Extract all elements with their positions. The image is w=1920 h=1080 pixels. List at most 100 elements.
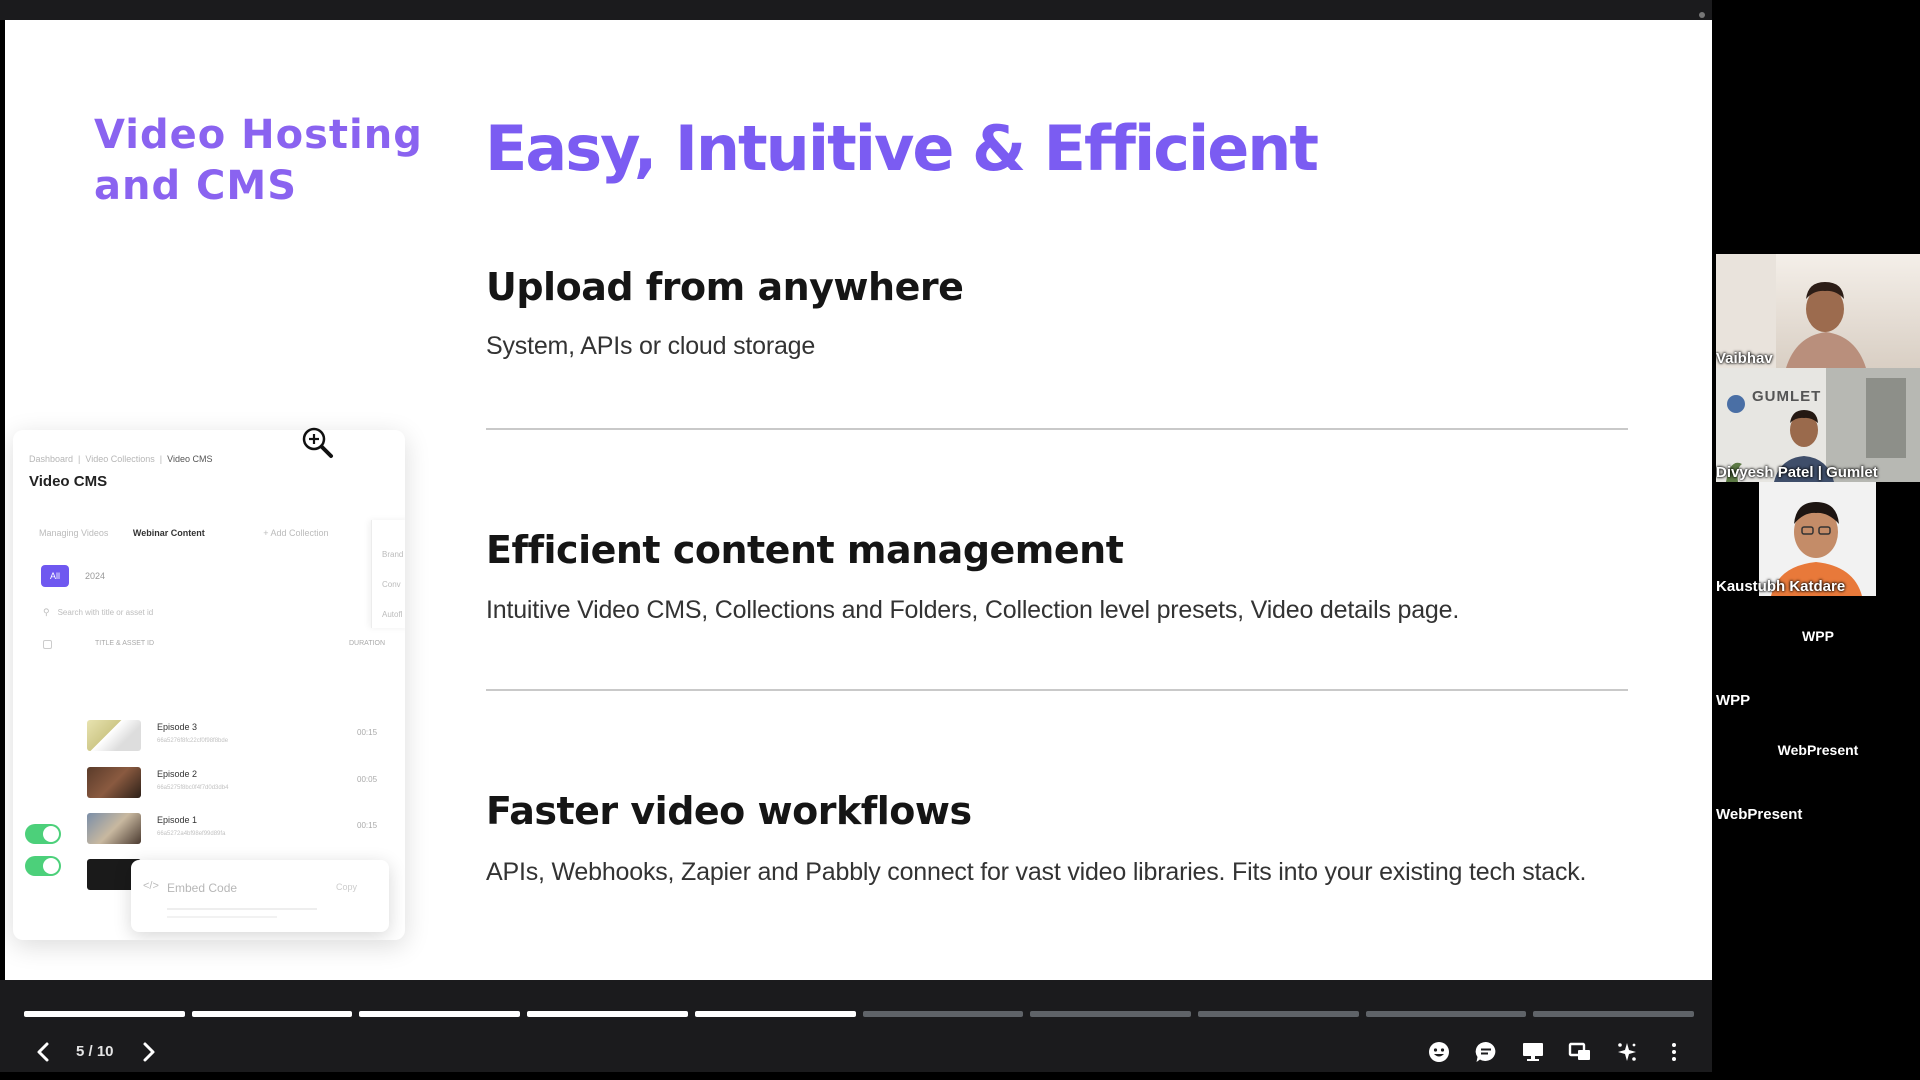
section-title: Video Hosting and CMS: [94, 112, 423, 209]
cms-preview-card: Dashboard | Video Collections | Video CM…: [13, 430, 405, 940]
more-icon: [1672, 1043, 1676, 1061]
duration: 00:15: [357, 728, 378, 737]
chat-button[interactable]: [1471, 1037, 1501, 1067]
participant-tile[interactable]: Vaibhav: [1716, 254, 1920, 368]
breadcrumb-item: Dashboard: [29, 454, 74, 464]
breadcrumb-item: Video CMS: [167, 454, 213, 464]
chevron-left-icon: [37, 1042, 49, 1062]
previous-slide-button[interactable]: [28, 1037, 58, 1067]
copy-label: Copy: [336, 882, 358, 892]
participant-tile[interactable]: GUMLET Divyesh Patel | Gumlet: [1716, 368, 1920, 482]
chevron-right-icon: [143, 1042, 155, 1062]
table-row: Episode 1 66a5272a4bf98ef99d89fa 00:15: [87, 813, 387, 845]
episode-title: Episode 2: [157, 769, 198, 779]
tab-add-collection: + Add Collection: [263, 528, 329, 538]
effects-button[interactable]: [1612, 1037, 1642, 1067]
select-all-checkbox: [43, 640, 52, 649]
participant-name: Kaustubh Katdare: [1716, 578, 1846, 595]
progress-segment[interactable]: [1533, 1011, 1695, 1017]
asset-id: 66a5275f8bc0f4f7d0d3db4: [157, 785, 229, 791]
feature-heading: Upload from anywhere: [486, 265, 964, 309]
progress-segment[interactable]: [1365, 1011, 1527, 1017]
participant-name: WebPresent: [1716, 806, 1803, 823]
progress-segment[interactable]: [359, 1011, 521, 1017]
window-icon: [1568, 1042, 1590, 1060]
slide-progress-bar: [24, 1011, 1695, 1017]
filter-pill: All: [41, 565, 69, 587]
placeholder-line: [167, 916, 277, 918]
participant-tile[interactable]: Kaustubh Katdare: [1716, 482, 1920, 596]
toggle-switch: [25, 856, 61, 876]
participant-name: Vaibhav: [1716, 350, 1773, 367]
feature-heading: Efficient content management: [486, 528, 1124, 572]
slide-title: Easy, Intuitive & Efficient: [485, 112, 1319, 185]
meeting-stage: Video Hosting and CMS Easy, Intuitive & …: [0, 0, 1920, 1080]
more-options-button[interactable]: [1659, 1037, 1689, 1067]
top-bar: [0, 0, 1712, 20]
breadcrumb-item: Video Collections: [85, 454, 155, 464]
feature-description: Intuitive Video CMS, Collections and Fol…: [486, 596, 1460, 624]
toggle-switch: [25, 824, 61, 844]
presentation-controls: 5 / 10: [0, 980, 1712, 1072]
duration: 00:15: [357, 821, 378, 830]
side-item: Autofl: [382, 610, 403, 619]
search-icon: ⚲: [43, 607, 50, 617]
progress-segment[interactable]: [1030, 1011, 1191, 1017]
side-item: Conv: [382, 580, 401, 589]
table-header: TITLE & ASSET ID DURATION: [43, 640, 385, 649]
cms-title: Video CMS: [29, 473, 108, 490]
progress-segment[interactable]: [862, 1011, 1024, 1017]
column-title: TITLE & ASSET ID: [95, 640, 155, 647]
feature-heading: Faster video workflows: [486, 789, 972, 833]
reactions-button[interactable]: [1424, 1037, 1454, 1067]
participant-name: Divyesh Patel | Gumlet: [1716, 464, 1878, 481]
participant-tile[interactable]: WPP WPP: [1716, 596, 1920, 710]
video-thumbnail: [87, 813, 141, 844]
next-slide-button[interactable]: [134, 1037, 164, 1067]
asset-id: 66a5272a4bf98ef99d89fa: [157, 831, 226, 837]
video-thumbnail: [87, 767, 141, 798]
embed-code-popover: </> Embed Code Copy: [131, 860, 389, 932]
tab-managing-videos: Managing Videos: [39, 528, 109, 538]
cms-tabs: Managing Videos Webinar Content + Add Co…: [39, 528, 329, 538]
duration: 00:05: [357, 775, 378, 784]
page-indicator: 5 / 10: [76, 1043, 114, 1060]
picture-in-picture-button[interactable]: [1565, 1037, 1595, 1067]
asset-id: 66a5276f8fc22cf0f98f8bde: [157, 738, 229, 744]
video-thumbnail: [87, 720, 141, 751]
chat-icon: [1475, 1041, 1496, 1062]
cms-side-panel: Brand Conv Autofl: [371, 520, 405, 628]
progress-segment[interactable]: [527, 1011, 688, 1017]
divider: [486, 428, 1628, 430]
gumlet-logo-text: GUMLET: [1752, 388, 1822, 405]
status-dot: [1699, 12, 1705, 18]
progress-segment[interactable]: [191, 1011, 353, 1017]
present-icon: [1523, 1043, 1543, 1061]
feature-description: APIs, Webhooks, Zapier and Pabbly connec…: [486, 858, 1587, 886]
zoom-in-icon[interactable]: [300, 425, 334, 459]
embed-code-label: Embed Code: [167, 881, 238, 895]
presentation-slide: Video Hosting and CMS Easy, Intuitive & …: [5, 20, 1712, 980]
tab-webinar-content: Webinar Content: [132, 528, 205, 538]
breadcrumb: Dashboard | Video Collections | Video CM…: [29, 454, 213, 464]
side-item: Brand: [382, 550, 404, 559]
participant-avatar-label: WPP: [1802, 628, 1834, 644]
episode-title: Episode 1: [157, 815, 198, 825]
episode-title: Episode 3: [157, 722, 198, 732]
present-button[interactable]: [1518, 1037, 1548, 1067]
search-field: ⚲ Search with title or asset id: [43, 607, 153, 618]
divider: [486, 689, 1628, 691]
progress-segment[interactable]: [24, 1011, 185, 1017]
participant-name: WPP: [1716, 692, 1751, 709]
placeholder-line: [167, 908, 317, 910]
column-duration: DURATION: [349, 640, 386, 647]
table-row: Episode 2 66a5275f8bc0f4f7d0d3db4 00:05: [87, 767, 387, 799]
search-placeholder: Search with title or asset id: [57, 608, 154, 617]
emoji-icon: [1429, 1042, 1449, 1062]
code-icon: </>: [143, 880, 159, 892]
effects-icon: [1618, 1043, 1636, 1061]
progress-segment[interactable]: [1197, 1011, 1359, 1017]
table-row: Episode 3 66a5276f8fc22cf0f98f8bde 00:15: [87, 720, 387, 752]
participant-tile[interactable]: WebPresent WebPresent: [1716, 710, 1920, 824]
progress-segment[interactable]: [694, 1011, 856, 1017]
